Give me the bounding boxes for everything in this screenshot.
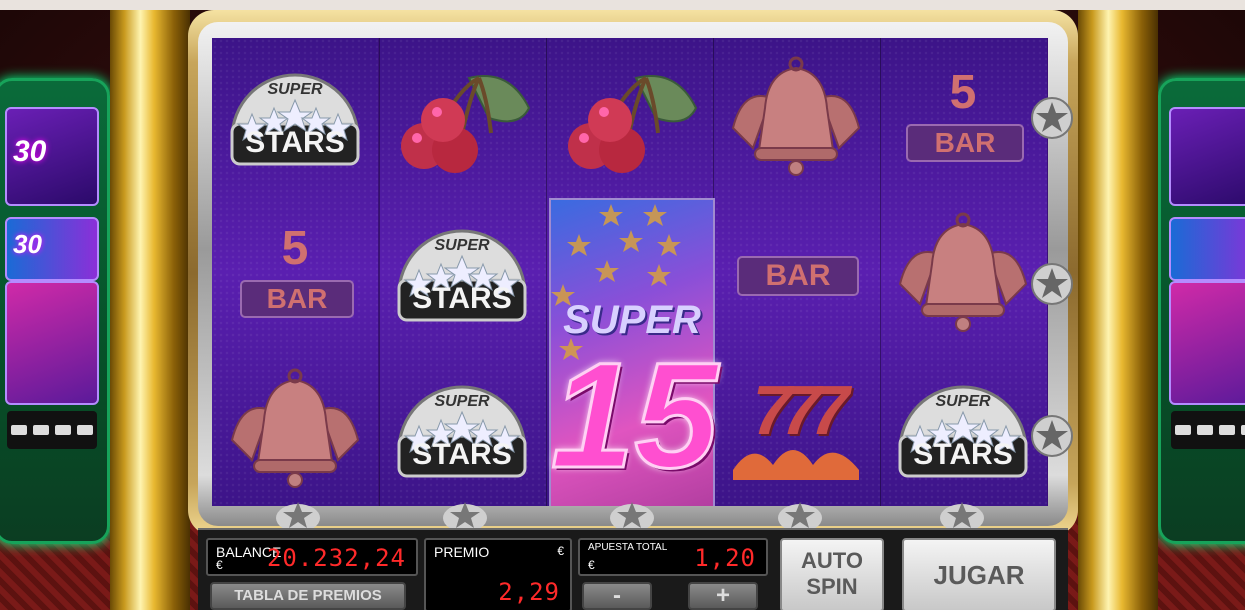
super-stars-top-text: SUPER bbox=[434, 393, 490, 410]
bell-symbol bbox=[212, 350, 378, 506]
super-stars-top-text: SUPER bbox=[267, 81, 323, 98]
sevens-symbol: 777 bbox=[713, 350, 879, 506]
reel-star-icon bbox=[443, 502, 487, 530]
prize-value: 2,29 bbox=[498, 578, 560, 606]
payline-star-icon bbox=[1031, 263, 1073, 305]
background-slot-machine-left: 30 30 bbox=[0, 78, 110, 544]
payline-star-icon bbox=[1031, 415, 1073, 457]
background-machine-keys bbox=[7, 411, 97, 449]
bell-symbol bbox=[713, 38, 879, 194]
total-bet-label: APUESTA TOTAL bbox=[588, 542, 668, 553]
balance-value: 20.232,24 bbox=[266, 544, 406, 572]
super-15-number: 15 bbox=[550, 331, 720, 499]
total-bet-currency: € bbox=[588, 558, 595, 572]
top-strip bbox=[0, 0, 1245, 10]
control-panel: BALANCE € 20.232,24 TABLA DE PREMIOS PRE… bbox=[198, 528, 1068, 610]
autospin-label-line2: SPIN bbox=[806, 574, 858, 599]
reel-star-icon bbox=[610, 502, 654, 530]
total-bet-display: APUESTA TOTAL € 1,20 bbox=[578, 538, 768, 576]
five-bar-number: 5 bbox=[281, 222, 309, 275]
background-machine-screen: 30 bbox=[5, 107, 99, 206]
prize-currency: € bbox=[557, 544, 564, 558]
reel-star-icon bbox=[940, 502, 984, 530]
five-bar-number: 5 bbox=[949, 66, 977, 119]
bell-symbol bbox=[880, 194, 1046, 350]
prize-label: PREMIO bbox=[434, 544, 490, 560]
background-machine-screen bbox=[1169, 107, 1245, 206]
reel-star-icon bbox=[276, 502, 320, 530]
autospin-button[interactable]: AUTO SPIN bbox=[780, 538, 884, 610]
super-15-expanded-symbol: SUPER 15 bbox=[549, 198, 720, 506]
super-stars-bottom-text: STARS bbox=[245, 126, 345, 159]
autospin-label-line1: AUTO bbox=[801, 548, 863, 573]
play-button[interactable]: JUGAR bbox=[902, 538, 1056, 610]
reel-window: SUPER STARS 5 BAR SUPER STARS SUPER STAR… bbox=[212, 38, 1048, 506]
super-stars-symbol: SUPER STARS bbox=[379, 350, 545, 506]
gold-pillar-right bbox=[1078, 10, 1158, 610]
sevens-text: 777 bbox=[752, 371, 850, 449]
five-bar-symbol: 5 BAR bbox=[212, 194, 378, 350]
super-stars-symbol: SUPER STARS bbox=[212, 38, 378, 194]
bar-plate: BAR bbox=[737, 256, 859, 296]
cherries-symbol bbox=[379, 38, 545, 194]
five-bar-symbol: 5 BAR bbox=[880, 38, 1046, 194]
five-bar-plate: BAR bbox=[240, 280, 354, 318]
super-stars-top-text: SUPER bbox=[935, 393, 991, 410]
background-machine-screen bbox=[1169, 217, 1245, 281]
background-slot-machine-right bbox=[1158, 78, 1245, 544]
super-stars-symbol: SUPER STARS bbox=[379, 194, 545, 350]
super-stars-bottom-text: STARS bbox=[913, 438, 1013, 471]
super-stars-bottom-text: STARS bbox=[412, 282, 512, 315]
balance-display: BALANCE € 20.232,24 bbox=[206, 538, 418, 576]
total-bet-value: 1,20 bbox=[694, 544, 756, 572]
cherries-symbol bbox=[546, 38, 712, 194]
paytable-button[interactable]: TABLA DE PREMIOS bbox=[210, 582, 406, 610]
super-stars-symbol: SUPER STARS bbox=[880, 350, 1046, 506]
decrease-bet-button[interactable]: - bbox=[582, 582, 652, 610]
gold-pillar-left bbox=[110, 10, 190, 610]
five-bar-plate: BAR bbox=[906, 124, 1024, 162]
prize-display: PREMIO € 2,29 bbox=[424, 538, 572, 610]
background-machine-keys bbox=[1171, 411, 1245, 449]
increase-bet-button[interactable]: + bbox=[688, 582, 758, 610]
background-machine-screen bbox=[5, 281, 99, 405]
super-stars-top-text: SUPER bbox=[434, 237, 490, 254]
background-machine-screen: 30 bbox=[5, 217, 99, 281]
reel-star-icon bbox=[778, 502, 822, 530]
casino-scene: 30 30 SUPER STARS 5 BAR SUPER STARS SUPE… bbox=[0, 0, 1245, 610]
background-machine-screen bbox=[1169, 281, 1245, 405]
bar-symbol: BAR bbox=[713, 194, 879, 350]
super-stars-bottom-text: STARS bbox=[412, 438, 512, 471]
payline-star-icon bbox=[1031, 97, 1073, 139]
balance-currency: € bbox=[216, 558, 223, 572]
